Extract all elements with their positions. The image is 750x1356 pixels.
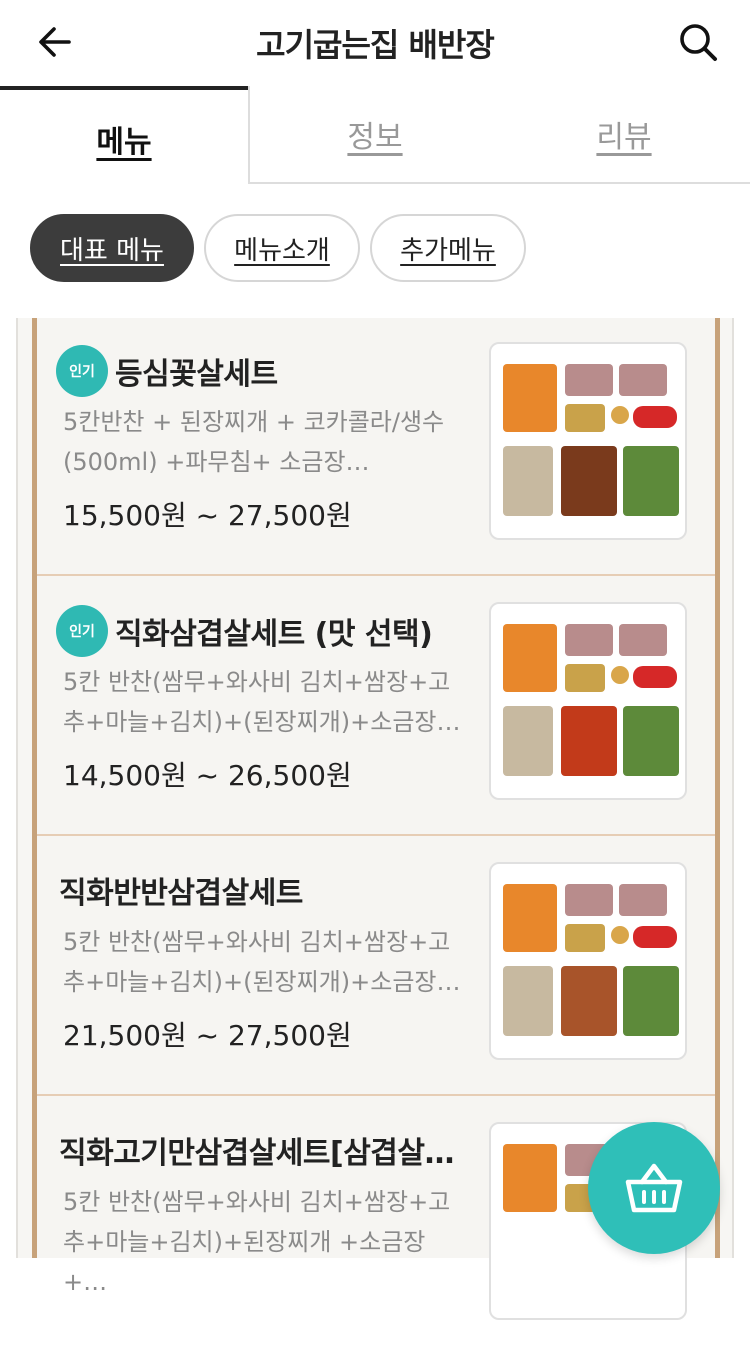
cart-button[interactable] (588, 1122, 720, 1254)
menu-item-photo (489, 862, 687, 1060)
search-button[interactable] (672, 16, 724, 68)
menu-item-name: 직화반반삼겹살세트 (59, 876, 303, 911)
menu-item-description: 5칸반찬 + 된장찌개 + 코카콜라/생수(500ml) +파무침+ 소금장… (63, 408, 445, 476)
popular-badge: 인기 (59, 348, 105, 394)
page-title: 고기굽는집 배반장 (256, 26, 495, 64)
popular-badge: 인기 (59, 608, 105, 654)
menu-item-name: 등심꽃살세트 (115, 357, 278, 392)
menu-list: 인기 등심꽃살세트 5칸반찬 + 된장찌개 + 코카콜라/생수(500ml) +… (32, 318, 720, 1320)
menu-item[interactable]: 인기 등심꽃살세트 5칸반찬 + 된장찌개 + 코카콜라/생수(500ml) +… (37, 318, 715, 576)
tab-reviews[interactable]: 리뷰 (498, 86, 750, 184)
menu-item-price: 21,500원 ~ 27,500원 (63, 1019, 352, 1052)
menu-item-photo (489, 342, 687, 540)
menu-item[interactable]: 직화반반삼겹살세트 5칸 반찬(쌈무+와사비 김치+쌈장+고추+마늘+김치)+(… (37, 838, 715, 1096)
chip-menu-intro[interactable]: 메뉴소개 (204, 214, 360, 282)
menu-item-description: 5칸 반찬(쌈무+와사비 김치+쌈장+고추+마늘+김치)+(된장찌개)+소금장… (63, 668, 461, 736)
menu-item-photo (489, 602, 687, 800)
top-app-bar: 고기굽는집 배반장 (0, 0, 750, 86)
menu-item[interactable]: 인기 직화삼겹살세트 (맛 선택) 5칸 반찬(쌈무+와사비 김치+쌈장+고추+… (37, 578, 715, 836)
tab-bar: 메뉴 정보 리뷰 (0, 86, 750, 188)
menu-item-description: 5칸 반찬(쌈무+와사비 김치+쌈장+고추+마늘+김치)+된장찌개 +소금장+… (63, 1188, 451, 1296)
menu-item-price: 14,500원 ~ 26,500원 (63, 759, 352, 792)
menu-item-price: 15,500원 ~ 27,500원 (63, 499, 352, 532)
tab-menu[interactable]: 메뉴 (0, 86, 248, 188)
menu-item-description: 5칸 반찬(쌈무+와사비 김치+쌈장+고추+마늘+김치)+(된장찌개)+소금장… (63, 928, 461, 996)
chip-signature-menu[interactable]: 대표 메뉴 (30, 214, 194, 282)
menu-item-name: 직화고기만삼겹살세트[삼겹살… (59, 1136, 455, 1171)
tab-info[interactable]: 정보 (248, 86, 500, 184)
menu-board: 인기 등심꽃살세트 5칸반찬 + 된장찌개 + 코카콜라/생수(500ml) +… (16, 318, 734, 1320)
category-chips: 대표 메뉴 메뉴소개 추가메뉴 (30, 214, 526, 286)
shopping-basket-icon (625, 1163, 683, 1213)
chip-extra-menu[interactable]: 추가메뉴 (370, 214, 526, 282)
search-icon (680, 24, 717, 61)
menu-item-name: 직화삼겹살세트 (맛 선택) (115, 617, 433, 652)
